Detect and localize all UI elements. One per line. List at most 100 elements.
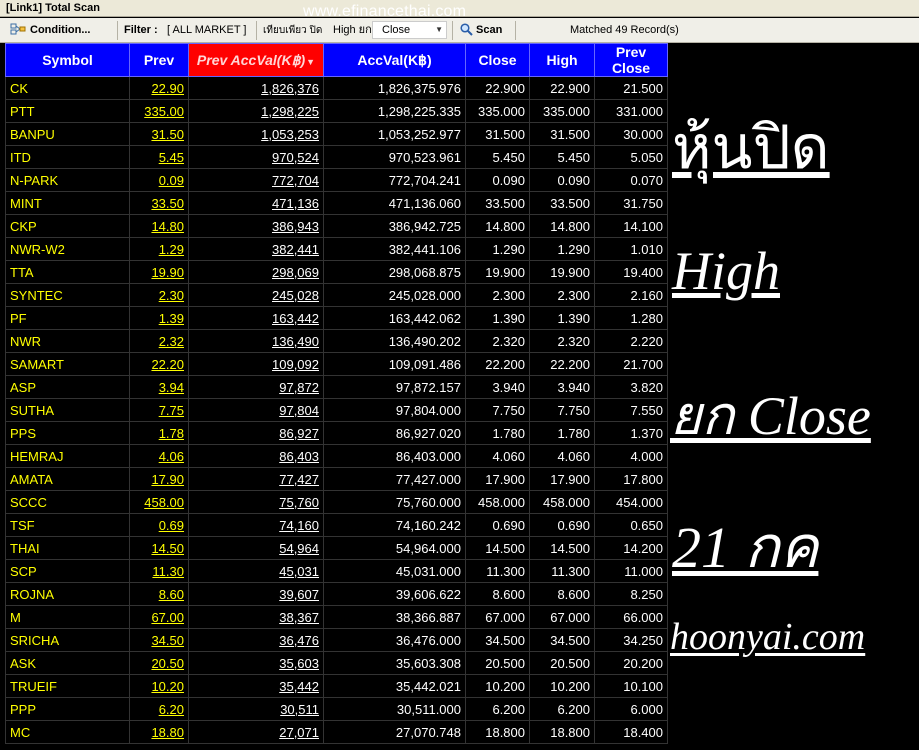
cell-prev[interactable]: 22.20 — [129, 352, 189, 376]
column-header-close[interactable]: Close — [465, 43, 530, 77]
cell-prev[interactable]: 2.30 — [129, 283, 189, 307]
cell-prev[interactable]: 0.69 — [129, 513, 189, 537]
table-row[interactable]: ITD 5.45 970,524 970,523.961 5.450 5.450 5.050 — [5, 145, 668, 169]
cell-prev-accval[interactable]: 35,442 — [188, 674, 324, 698]
cell-prev[interactable]: 0.09 — [129, 168, 189, 192]
table-row[interactable]: ASK 20.50 35,603 35,603.308 20.500 20.500 20.2… — [5, 651, 668, 675]
table-row[interactable]: PF 1.39 163,442 163,442.062 1.390 1.390 1.280 — [5, 306, 668, 330]
cell-prev[interactable]: 458.00 — [129, 490, 189, 514]
cell-prev-accval[interactable]: 38,367 — [188, 605, 324, 629]
table-row[interactable]: N-PARK 0.09 772,704 772,704.241 0.090 0.090 0.… — [5, 168, 668, 192]
cell-prev-accval[interactable]: 1,298,225 — [188, 99, 324, 123]
cell-prev[interactable]: 20.50 — [129, 651, 189, 675]
cell-prev-accval[interactable]: 27,071 — [188, 720, 324, 744]
table-row[interactable]: HEMRAJ 4.06 86,403 86,403.000 4.060 4.060 4.00… — [5, 444, 668, 468]
table-row[interactable]: PTT 335.00 1,298,225 1,298,225.335 335.000 33… — [5, 99, 668, 123]
table-row[interactable]: THAI 14.50 54,964 54,964.000 14.500 14.500 14.… — [5, 536, 668, 560]
cell-prev-accval[interactable]: 136,490 — [188, 329, 324, 353]
cell-prev-accval[interactable]: 772,704 — [188, 168, 324, 192]
table-row[interactable]: SCP 11.30 45,031 45,031.000 11.300 11.300 11.0… — [5, 559, 668, 583]
table-row[interactable]: NWR 2.32 136,490 136,490.202 2.320 2.320 2.220 — [5, 329, 668, 353]
cell-prev-accval[interactable]: 245,028 — [188, 283, 324, 307]
table-row[interactable]: CKP 14.80 386,943 386,942.725 14.800 14.800 14… — [5, 214, 668, 238]
table-row[interactable]: ASP 3.94 97,872 97,872.157 3.940 3.940 3.820 — [5, 375, 668, 399]
cell-prev[interactable]: 3.94 — [129, 375, 189, 399]
table-row[interactable]: TSF 0.69 74,160 74,160.242 0.690 0.690 0.650 — [5, 513, 668, 537]
column-header-high[interactable]: High — [529, 43, 595, 77]
table-row[interactable]: NWR-W2 1.29 382,441 382,441.106 1.290 1.290 1.… — [5, 237, 668, 261]
table-row[interactable]: TTA 19.90 298,069 298,068.875 19.900 19.900 19… — [5, 260, 668, 284]
cell-prev-accval[interactable]: 77,427 — [188, 467, 324, 491]
cell-prev-accval[interactable]: 74,160 — [188, 513, 324, 537]
cell-prev-accval[interactable]: 97,804 — [188, 398, 324, 422]
cell-prev[interactable]: 335.00 — [129, 99, 189, 123]
cell-prev[interactable]: 1.78 — [129, 421, 189, 445]
table-row[interactable]: BANPU 31.50 1,053,253 1,053,252.977 31.500 31… — [5, 122, 668, 146]
table-row[interactable]: TRUEIF 10.20 35,442 35,442.021 10.200 10.200 1… — [5, 674, 668, 698]
cell-prev[interactable]: 22.90 — [129, 76, 189, 100]
cell-prev[interactable]: 14.80 — [129, 214, 189, 238]
table-row[interactable]: SYNTEC 2.30 245,028 245,028.000 2.300 2.300 2.… — [5, 283, 668, 307]
cell-prev-accval[interactable]: 35,603 — [188, 651, 324, 675]
table-row[interactable]: ROJNA 8.60 39,607 39,606.622 8.600 8.600 8.250 — [5, 582, 668, 606]
cell-prev-accval[interactable]: 97,872 — [188, 375, 324, 399]
table-row[interactable]: PPS 1.78 86,927 86,927.020 1.780 1.780 1.370 — [5, 421, 668, 445]
cell-prev-accval[interactable]: 1,053,253 — [188, 122, 324, 146]
cell-prev-accval[interactable]: 163,442 — [188, 306, 324, 330]
cell-prev-accval[interactable]: 970,524 — [188, 145, 324, 169]
cell-high: 0.090 — [529, 168, 595, 192]
cell-prev-accval[interactable]: 109,092 — [188, 352, 324, 376]
cell-prev[interactable]: 34.50 — [129, 628, 189, 652]
table-row[interactable]: MINT 33.50 471,136 471,136.060 33.500 33.500 3… — [5, 191, 668, 215]
filter-market-dropdown[interactable]: [ ALL MARKET ] — [167, 18, 246, 43]
cell-prev[interactable]: 10.20 — [129, 674, 189, 698]
cell-prev[interactable]: 14.50 — [129, 536, 189, 560]
cell-prev[interactable]: 19.90 — [129, 260, 189, 284]
cell-prev-accval[interactable]: 45,031 — [188, 559, 324, 583]
cell-prev[interactable]: 8.60 — [129, 582, 189, 606]
table-row[interactable]: SCCC 458.00 75,760 75,760.000 458.000 458.000… — [5, 490, 668, 514]
column-header-prev[interactable]: Prev — [129, 43, 189, 77]
column-header-prev-accval[interactable]: Prev AccVal(K฿)▼ — [188, 43, 324, 77]
cell-prev[interactable]: 1.29 — [129, 237, 189, 261]
cell-prev-accval[interactable]: 298,069 — [188, 260, 324, 284]
cell-prev-accval[interactable]: 39,607 — [188, 582, 324, 606]
table-row[interactable]: SRICHA 34.50 36,476 36,476.000 34.500 34.500 3… — [5, 628, 668, 652]
cell-prev-accval[interactable]: 36,476 — [188, 628, 324, 652]
cell-prev[interactable]: 17.90 — [129, 467, 189, 491]
cell-prev-accval[interactable]: 386,943 — [188, 214, 324, 238]
cell-prev-accval[interactable]: 86,403 — [188, 444, 324, 468]
cell-prev-accval[interactable]: 1,826,376 — [188, 76, 324, 100]
column-header-accval[interactable]: AccVal(K฿) — [323, 43, 466, 77]
column-header-prev-close[interactable]: Prev Close — [594, 43, 668, 77]
cell-prev[interactable]: 6.20 — [129, 697, 189, 721]
cell-prev-accval[interactable]: 471,136 — [188, 191, 324, 215]
cell-prev[interactable]: 18.80 — [129, 720, 189, 744]
cell-prev-accval[interactable]: 86,927 — [188, 421, 324, 445]
cell-prev[interactable]: 11.30 — [129, 559, 189, 583]
table-row[interactable]: PPP 6.20 30,511 30,511.000 6.200 6.200 6.000 — [5, 697, 668, 721]
table-row[interactable]: MC 18.80 27,071 27,070.748 18.800 18.800 18.40… — [5, 720, 668, 744]
cell-prev[interactable]: 5.45 — [129, 145, 189, 169]
cell-prev[interactable]: 33.50 — [129, 191, 189, 215]
cell-prev-accval[interactable]: 30,511 — [188, 697, 324, 721]
cell-prev[interactable]: 2.32 — [129, 329, 189, 353]
cell-prev[interactable]: 7.75 — [129, 398, 189, 422]
table-row[interactable]: SUTHA 7.75 97,804 97,804.000 7.750 7.750 7.550 — [5, 398, 668, 422]
cell-prev[interactable]: 67.00 — [129, 605, 189, 629]
table-row[interactable]: M 67.00 38,367 38,366.887 67.000 67.000 66.000 — [5, 605, 668, 629]
column-header-symbol[interactable]: Symbol — [5, 43, 130, 77]
cell-prev-accval[interactable]: 54,964 — [188, 536, 324, 560]
cell-prev-accval[interactable]: 75,760 — [188, 490, 324, 514]
condition-button[interactable]: Condition... — [10, 18, 90, 43]
cell-prev[interactable]: 4.06 — [129, 444, 189, 468]
table-row[interactable]: CK 22.90 1,826,376 1,826,375.976 22.900 22.90… — [5, 76, 668, 100]
cell-prev[interactable]: 31.50 — [129, 122, 189, 146]
cell-prev[interactable]: 1.39 — [129, 306, 189, 330]
scan-button[interactable]: Scan — [460, 18, 502, 43]
table-row[interactable]: AMATA 17.90 77,427 77,427.000 17.900 17.900 17… — [5, 467, 668, 491]
table-row[interactable]: SAMART 22.20 109,092 109,091.486 22.200 22.20… — [5, 352, 668, 376]
scan-compare-select[interactable]: Close ▼ — [372, 21, 447, 39]
cell-close: 10.200 — [465, 674, 530, 698]
cell-prev-accval[interactable]: 382,441 — [188, 237, 324, 261]
